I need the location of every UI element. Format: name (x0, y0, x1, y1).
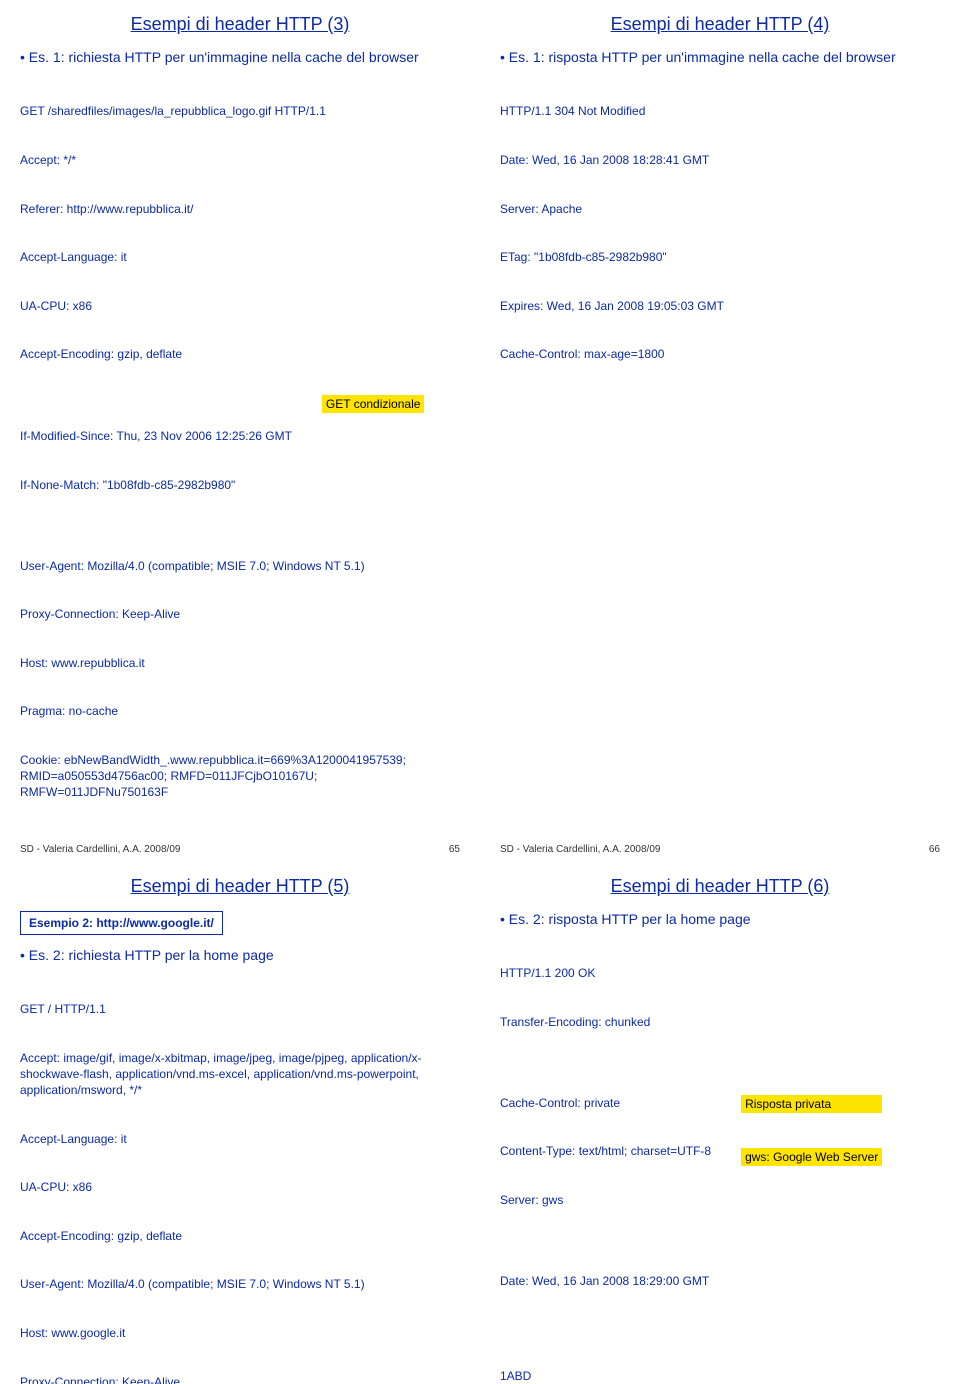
code-line: Server: gws (500, 1192, 711, 1208)
code-line: Pragma: no-cache (20, 703, 460, 719)
code-line: HTTP/1.1 304 Not Modified (500, 103, 940, 119)
footer-right: 66 (929, 844, 940, 855)
code-line: Accept: image/gif, image/x-xbitmap, imag… (20, 1050, 460, 1099)
slide-3: Esempi di header HTTP (3) Es. 1: richies… (0, 0, 480, 862)
code-line: User-Agent: Mozilla/4.0 (compatible; MSI… (20, 1276, 460, 1292)
code-line: If-Modified-Since: Thu, 23 Nov 2006 12:2… (20, 428, 292, 444)
code-line: Accept-Language: it (20, 1131, 460, 1147)
footer-right: 65 (449, 844, 460, 855)
bullet-text: Es. 1: richiesta HTTP per un'immagine ne… (20, 49, 460, 65)
footer-left: SD - Valeria Cardellini, A.A. 2008/09 (500, 844, 660, 855)
code-line: If-None-Match: "1b08fdb-c85-2982b980" (20, 477, 292, 493)
code-line: Server: Apache (500, 201, 940, 217)
slide-title: Esempi di header HTTP (5) (20, 876, 460, 897)
code-line: Proxy-Connection: Keep-Alive (20, 1374, 460, 1384)
code-line: Cookie: ebNewBandWidth_.www.repubblica.i… (20, 752, 460, 801)
code-line: Date: Wed, 16 Jan 2008 18:28:41 GMT (500, 152, 940, 168)
slide-title: Esempi di header HTTP (3) (20, 14, 460, 35)
code-line: Date: Wed, 16 Jan 2008 18:29:00 GMT (500, 1273, 940, 1289)
annotation-gws: gws: Google Web Server (741, 1148, 882, 1166)
http-response-body: HTTP/1.1 304 Not Modified Date: Wed, 16 … (500, 71, 940, 395)
code-line: Transfer-Encoding: chunked (500, 1014, 940, 1030)
slide-title: Esempi di header HTTP (4) (500, 14, 940, 35)
code-line: Accept-Encoding: gzip, deflate (20, 1228, 460, 1244)
slide-title: Esempi di header HTTP (6) (500, 876, 940, 897)
bullet-text: Es. 2: risposta HTTP per la home page (500, 911, 940, 927)
code-line: Accept-Language: it (20, 249, 460, 265)
code-line: 1ABD (500, 1368, 940, 1384)
code-line: Proxy-Connection: Keep-Alive (20, 606, 460, 622)
code-line: Referer: http://www.repubblica.it/ (20, 201, 460, 217)
http-request-body: GET / HTTP/1.1 Accept: image/gif, image/… (20, 969, 460, 1384)
example-box: Esempio 2: http://www.google.it/ (20, 911, 223, 935)
slide-6: Esempi di header HTTP (6) Es. 2: rispost… (480, 862, 960, 1384)
http-request-body: GET /sharedfiles/images/la_repubblica_lo… (20, 71, 460, 833)
code-line: Expires: Wed, 16 Jan 2008 19:05:03 GMT (500, 298, 940, 314)
code-line: Accept: */* (20, 152, 460, 168)
code-line: Host: www.google.it (20, 1325, 460, 1341)
annotation-private: Risposta privata (741, 1095, 882, 1113)
code-line: User-Agent: Mozilla/4.0 (compatible; MSI… (20, 558, 460, 574)
code-line: Cache-Control: private (500, 1095, 711, 1111)
code-line: HTTP/1.1 200 OK (500, 965, 940, 981)
slide-5: Esempi di header HTTP (5) Esempio 2: htt… (0, 862, 480, 1384)
bullet-text: Es. 2: richiesta HTTP per la home page (20, 947, 460, 963)
code-line: Host: www.repubblica.it (20, 655, 460, 671)
http-response-body: HTTP/1.1 200 OK Transfer-Encoding: chunk… (500, 933, 940, 1384)
footer-left: SD - Valeria Cardellini, A.A. 2008/09 (20, 844, 180, 855)
bullet-text: Es. 1: risposta HTTP per un'immagine nel… (500, 49, 940, 65)
code-line: ETag: "1b08fdb-c85-2982b980" (500, 249, 940, 265)
slide-footer: SD - Valeria Cardellini, A.A. 2008/09 66 (500, 844, 940, 855)
code-line: Cache-Control: max-age=1800 (500, 346, 940, 362)
code-line: UA-CPU: x86 (20, 298, 460, 314)
code-line: Content-Type: text/html; charset=UTF-8 (500, 1143, 711, 1159)
annotation-conditional-get: GET condizionale (322, 395, 425, 413)
code-line: UA-CPU: x86 (20, 1179, 460, 1195)
code-line: GET / HTTP/1.1 (20, 1001, 460, 1017)
slide-footer: SD - Valeria Cardellini, A.A. 2008/09 65 (20, 844, 460, 855)
code-line: GET /sharedfiles/images/la_repubblica_lo… (20, 103, 460, 119)
slide-4: Esempi di header HTTP (4) Es. 1: rispost… (480, 0, 960, 862)
example-label: Esempio 2: http://www.google.it/ (29, 916, 214, 930)
code-line: Accept-Encoding: gzip, deflate (20, 346, 460, 362)
